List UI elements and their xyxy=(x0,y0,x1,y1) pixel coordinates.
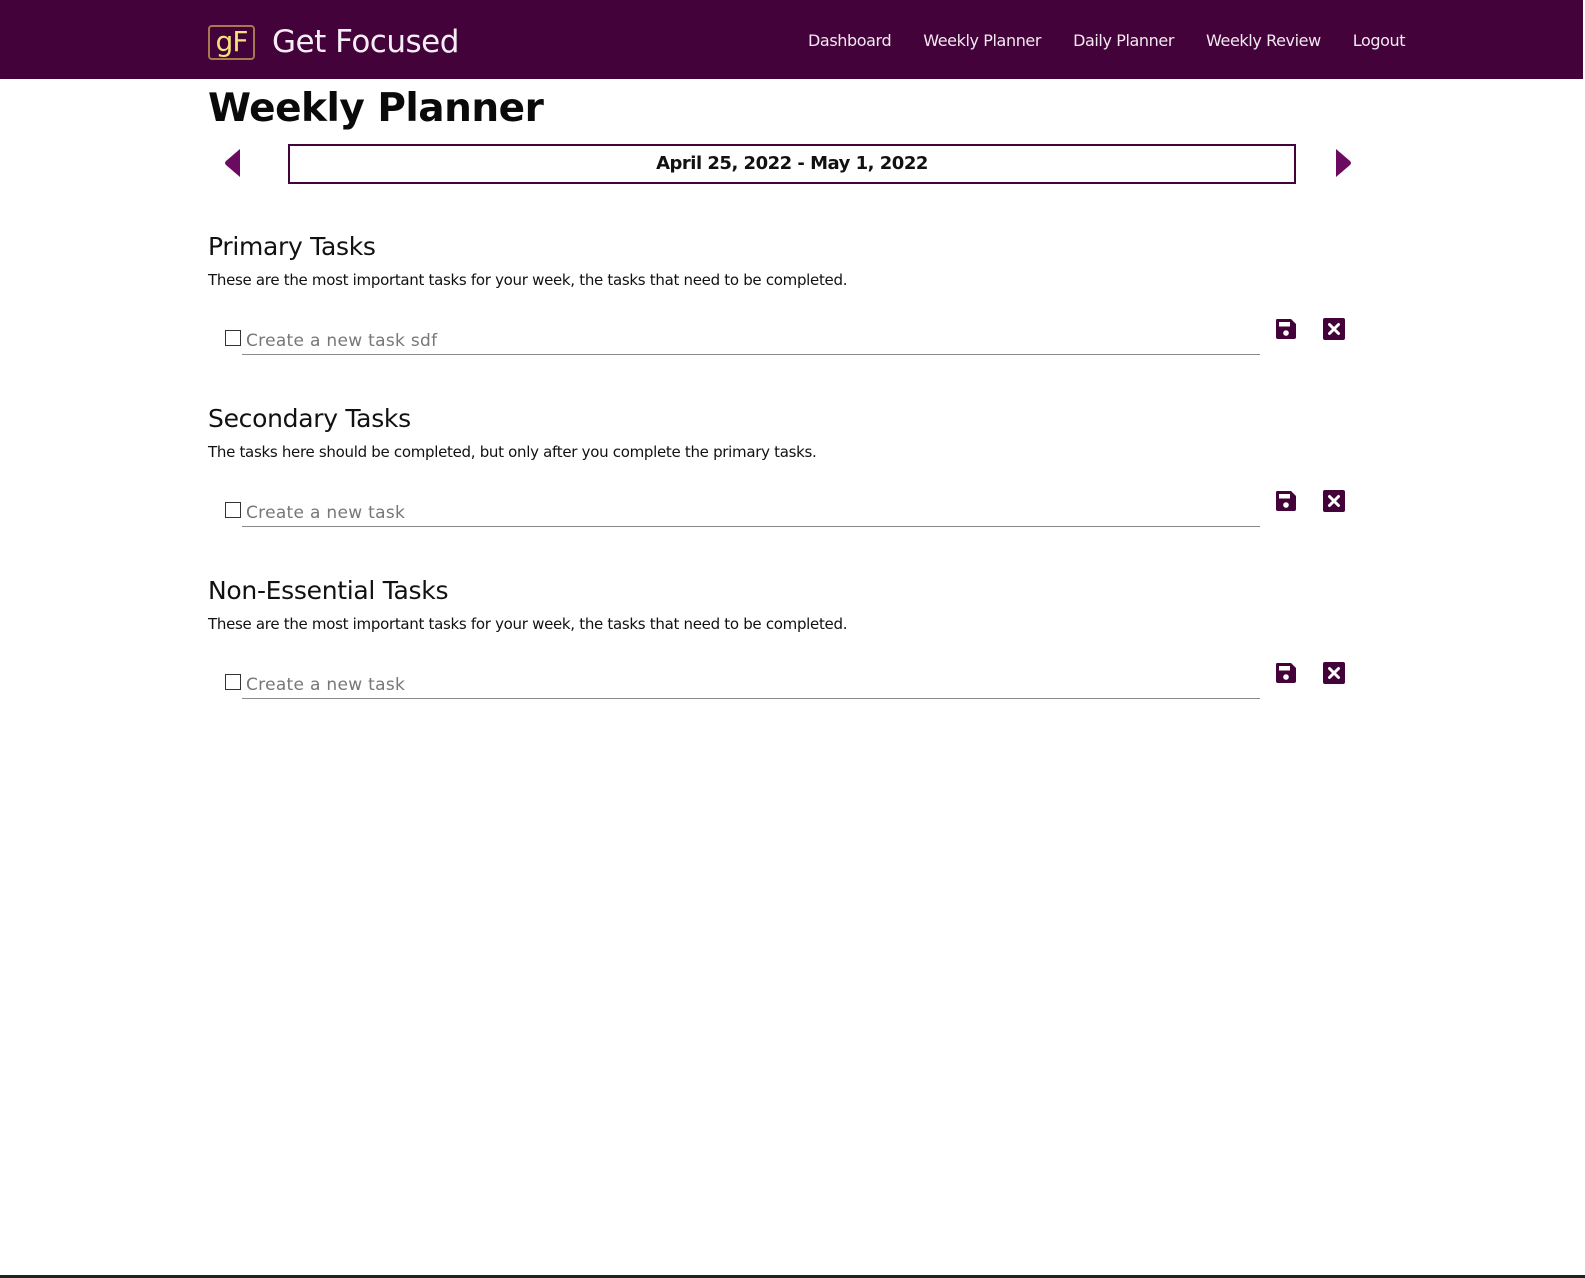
new-task-row xyxy=(208,317,1358,355)
section-title: Non-Essential Tasks xyxy=(208,576,449,605)
floppy-disk-icon xyxy=(1276,663,1296,683)
nav-link-dashboard[interactable]: Dashboard xyxy=(808,31,892,50)
week-navigator: April 25, 2022 - May 1, 2022 xyxy=(208,144,1360,184)
brand[interactable]: gF Get Focused xyxy=(208,24,459,60)
new-task-input[interactable] xyxy=(242,321,1260,355)
caret-right-icon xyxy=(1336,149,1351,177)
section-title: Secondary Tasks xyxy=(208,404,411,433)
secondary-tasks-section: Secondary Tasks The tasks here should be… xyxy=(208,404,1358,527)
section-description: These are the most important tasks for y… xyxy=(208,615,848,633)
new-task-input[interactable] xyxy=(242,665,1260,699)
save-task-button[interactable] xyxy=(1274,661,1298,685)
new-task-input[interactable] xyxy=(242,493,1260,527)
nav-link-daily-planner[interactable]: Daily Planner xyxy=(1073,31,1174,50)
page-title: Weekly Planner xyxy=(208,86,544,131)
nav-link-weekly-review[interactable]: Weekly Review xyxy=(1206,31,1321,50)
brand-logo: gF xyxy=(208,24,255,60)
save-task-button[interactable] xyxy=(1274,489,1298,513)
next-week-button[interactable] xyxy=(1332,148,1362,178)
section-description: The tasks here should be completed, but … xyxy=(208,443,817,461)
close-square-icon xyxy=(1323,490,1345,512)
nav-link-logout[interactable]: Logout xyxy=(1353,31,1406,50)
cancel-task-button[interactable] xyxy=(1322,661,1346,685)
previous-week-button[interactable] xyxy=(220,148,250,178)
non-essential-tasks-section: Non-Essential Tasks These are the most i… xyxy=(208,576,1358,699)
task-checkbox[interactable] xyxy=(225,330,241,346)
section-title: Primary Tasks xyxy=(208,232,376,261)
new-task-row xyxy=(208,661,1358,699)
cancel-task-button[interactable] xyxy=(1322,317,1346,341)
close-square-icon xyxy=(1323,318,1345,340)
main-nav: Dashboard Weekly Planner Daily Planner W… xyxy=(808,31,1406,50)
task-checkbox[interactable] xyxy=(225,502,241,518)
new-task-row xyxy=(208,489,1358,527)
brand-name: Get Focused xyxy=(272,24,459,60)
section-description: These are the most important tasks for y… xyxy=(208,271,848,289)
floppy-disk-icon xyxy=(1276,491,1296,511)
top-navbar: gF Get Focused Dashboard Weekly Planner … xyxy=(0,0,1583,79)
close-square-icon xyxy=(1323,662,1345,684)
nav-link-weekly-planner[interactable]: Weekly Planner xyxy=(923,31,1041,50)
primary-tasks-section: Primary Tasks These are the most importa… xyxy=(208,232,1358,355)
save-task-button[interactable] xyxy=(1274,317,1298,341)
task-checkbox[interactable] xyxy=(225,674,241,690)
cancel-task-button[interactable] xyxy=(1322,489,1346,513)
date-range-display: April 25, 2022 - May 1, 2022 xyxy=(288,144,1296,184)
caret-left-icon xyxy=(225,149,240,177)
floppy-disk-icon xyxy=(1276,319,1296,339)
